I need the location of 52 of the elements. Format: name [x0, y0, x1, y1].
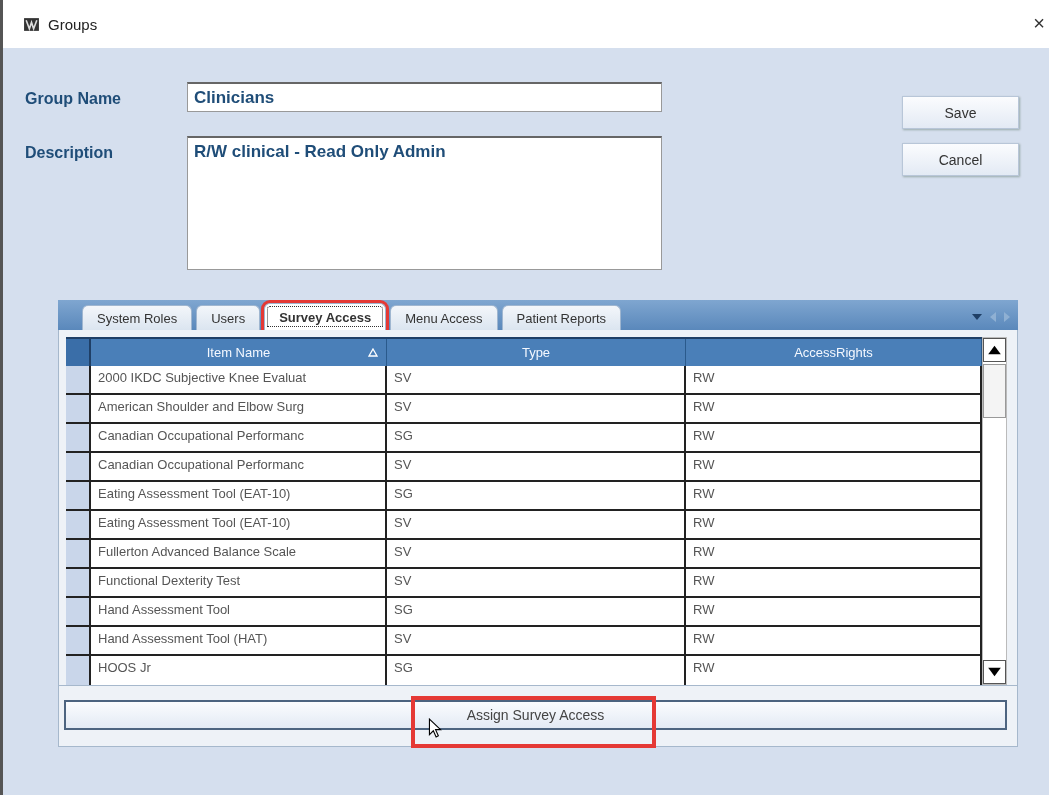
table-cell: SV: [387, 453, 686, 480]
tab[interactable]: Menu Access: [390, 305, 498, 330]
table-cell: Fullerton Advanced Balance Scale: [91, 540, 387, 567]
tab[interactable]: Survey Access: [264, 303, 387, 330]
row-selector[interactable]: [66, 569, 91, 596]
table-cell: SV: [387, 511, 686, 538]
row-selector[interactable]: [66, 482, 91, 509]
scroll-up-icon[interactable]: [983, 338, 1006, 362]
app-logo-icon: [23, 15, 40, 33]
mouse-pointer-icon: [428, 718, 442, 738]
table-cell: SV: [387, 627, 686, 654]
close-button[interactable]: ×: [1033, 12, 1045, 35]
row-selector[interactable]: [66, 366, 91, 393]
dialog-button[interactable]: Cancel: [902, 143, 1019, 176]
scroll-down-icon[interactable]: [983, 660, 1006, 684]
table-cell: American Shoulder and Elbow Surg: [91, 395, 387, 422]
table-cell: 2000 IKDC Subjective Knee Evaluat: [91, 366, 387, 393]
row-selector[interactable]: [66, 395, 91, 422]
table-cell: Canadian Occupational Performanc: [91, 424, 387, 451]
description-label: Description: [25, 143, 114, 162]
description-field[interactable]: R/W clinical - Read Only Admin: [187, 136, 662, 270]
table-cell: SG: [387, 424, 686, 451]
row-selector[interactable]: [66, 598, 91, 625]
table-cell: SV: [387, 569, 686, 596]
tab[interactable]: System Roles: [82, 305, 193, 330]
tab[interactable]: Patient Reports: [501, 305, 622, 330]
table-cell: SV: [387, 395, 686, 422]
row-selector[interactable]: [66, 453, 91, 480]
tab[interactable]: Users: [196, 305, 261, 330]
table-cell: SG: [387, 598, 686, 625]
dropdown-arrow-icon[interactable]: [972, 314, 982, 320]
group-name-field[interactable]: Clinicians: [187, 82, 662, 112]
row-selector[interactable]: [66, 540, 91, 567]
row-selector[interactable]: [66, 424, 91, 451]
dialog-button[interactable]: Save: [902, 96, 1019, 129]
row-selector[interactable]: [66, 627, 91, 654]
table-cell: SV: [387, 366, 686, 393]
table-cell: Eating Assessment Tool (EAT-10): [91, 511, 387, 538]
window-title: Groups: [48, 15, 98, 33]
table-cell: Canadian Occupational Performanc: [91, 453, 387, 480]
vertical-scrollbar[interactable]: [982, 337, 1007, 685]
table-cell: SG: [387, 482, 686, 509]
row-selector[interactable]: [66, 511, 91, 538]
table-cell: SV: [387, 540, 686, 567]
sort-ascending-icon: [368, 348, 378, 357]
scrollbar-thumb[interactable]: [983, 364, 1006, 418]
row-selector[interactable]: [66, 656, 91, 685]
group-name-label: Group Name: [25, 89, 122, 108]
table-cell: Eating Assessment Tool (EAT-10): [91, 482, 387, 509]
table-cell: Functional Dexterity Test: [91, 569, 387, 596]
table-cell: Hand Assessment Tool: [91, 598, 387, 625]
table-cell: Hand Assessment Tool (HAT): [91, 627, 387, 654]
